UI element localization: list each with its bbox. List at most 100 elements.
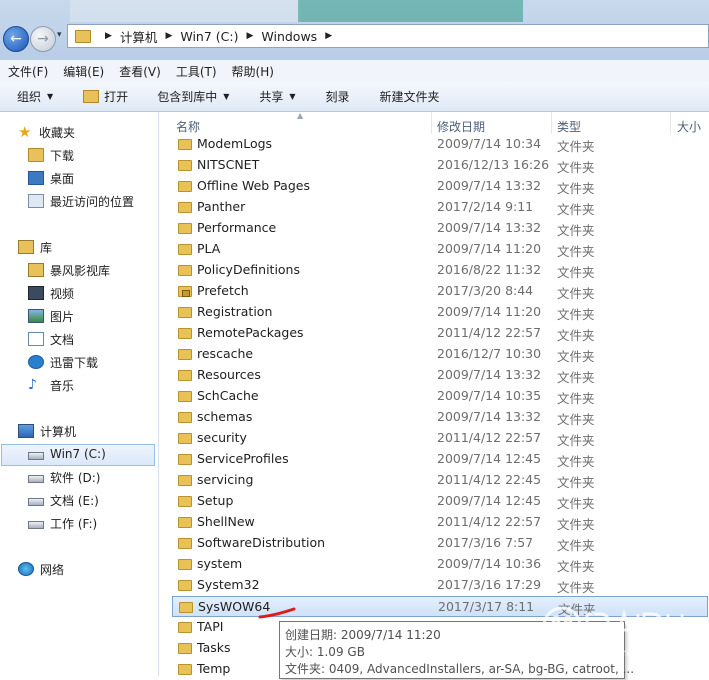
menu-edit[interactable]: 编辑(E): [63, 63, 104, 80]
column-size[interactable]: 大小: [677, 118, 701, 135]
organize-button[interactable]: 组织 ▼: [17, 88, 53, 105]
open-button[interactable]: 打开: [83, 88, 128, 105]
burn-button[interactable]: 刻录: [326, 88, 350, 105]
file-type: 文件夹: [557, 454, 595, 469]
file-row[interactable]: Performance 2009/7/14 13:32 文件夹: [172, 218, 708, 239]
file-modified-date: 2016/12/7 10:30: [437, 346, 542, 361]
file-row[interactable]: ModemLogs 2009/7/14 10:34 文件夹: [172, 134, 708, 155]
nav-computer[interactable]: 计算机: [18, 420, 76, 442]
folder-icon: [179, 602, 193, 613]
folder-icon: [178, 181, 192, 192]
new-folder-button[interactable]: 新建文件夹: [380, 88, 440, 105]
file-row[interactable]: system 2009/7/14 10:36 文件夹: [172, 554, 708, 575]
computer-icon: [18, 424, 34, 438]
nav-videos-label: 视频: [50, 286, 75, 301]
folder-icon: [178, 664, 192, 675]
library-icon: [28, 263, 44, 277]
network-icon: [18, 562, 34, 576]
downloads-folder-icon: [28, 148, 44, 162]
column-divider[interactable]: [551, 112, 552, 134]
menu-file[interactable]: 文件(F): [8, 63, 48, 80]
file-modified-date: 2009/7/14 13:32: [437, 409, 542, 424]
file-row[interactable]: servicing 2011/4/12 22:45 文件夹: [172, 470, 708, 491]
file-type: 文件夹: [557, 559, 595, 574]
folder-icon: [178, 622, 192, 633]
recent-pages-dropdown[interactable]: ▾: [57, 30, 62, 40]
folder-icon: [178, 559, 192, 570]
file-row[interactable]: rescache 2016/12/7 10:30 文件夹: [172, 344, 708, 365]
nav-drive-c[interactable]: Win7 (C:): [28, 443, 106, 465]
nav-storm-video-library[interactable]: 暴风影视库: [28, 259, 110, 281]
column-divider[interactable]: [670, 112, 671, 134]
file-modified-date: 2016/12/13 16:26: [437, 157, 550, 172]
column-modified-date[interactable]: 修改日期: [437, 118, 485, 135]
burn-label: 刻录: [325, 90, 350, 104]
file-row[interactable]: Offline Web Pages 2009/7/14 13:32 文件夹: [172, 176, 708, 197]
file-row[interactable]: Setup 2009/7/14 12:45 文件夹: [172, 491, 708, 512]
nav-favorites[interactable]: ★ 收藏夹: [18, 121, 75, 143]
column-divider[interactable]: [431, 112, 432, 134]
drive-icon: [28, 521, 44, 529]
nav-recent-places[interactable]: 最近访问的位置: [28, 190, 134, 212]
file-row[interactable]: Registration 2009/7/14 11:20 文件夹: [172, 302, 708, 323]
column-type[interactable]: 类型: [557, 118, 581, 135]
file-row[interactable]: SchCache 2009/7/14 10:35 文件夹: [172, 386, 708, 407]
thunder-download-icon: [28, 355, 44, 369]
file-row[interactable]: PolicyDefinitions 2016/8/22 11:32 文件夹: [172, 260, 708, 281]
file-type: 文件夹: [557, 244, 595, 259]
nav-drive-e[interactable]: 文档 (E:): [28, 489, 99, 511]
nav-drive-d[interactable]: 软件 (D:): [28, 466, 100, 488]
nav-storm-video-label: 暴风影视库: [50, 263, 111, 278]
breadcrumb-drive-c[interactable]: Win7 (C:): [180, 29, 238, 44]
nav-thunder-downloads[interactable]: 迅雷下载: [28, 351, 98, 373]
include-library-label: 包含到库中: [157, 90, 218, 104]
address-bar[interactable]: ▶ 计算机 ▶ Win7 (C:) ▶ Windows ▶: [67, 24, 709, 48]
file-name: Registration: [197, 304, 273, 319]
file-row[interactable]: ShellNew 2011/4/12 22:57 文件夹: [172, 512, 708, 533]
folder-icon: [178, 328, 192, 339]
file-row[interactable]: Prefetch 2017/3/20 8:44 文件夹: [172, 281, 708, 302]
nav-drive-f[interactable]: 工作 (F:): [28, 512, 97, 534]
file-name: TAPI: [197, 619, 224, 634]
nav-videos[interactable]: 视频: [28, 282, 74, 304]
file-modified-date: 2011/4/12 22:57: [437, 325, 542, 340]
forward-button[interactable]: →: [30, 26, 56, 52]
menu-help[interactable]: 帮助(H): [232, 63, 274, 80]
nav-network[interactable]: 网络: [18, 558, 64, 580]
nav-pictures[interactable]: 图片: [28, 305, 74, 327]
breadcrumb-separator[interactable]: ▶: [105, 31, 112, 41]
file-row[interactable]: NITSCNET 2016/12/13 16:26 文件夹: [172, 155, 708, 176]
file-row[interactable]: schemas 2009/7/14 13:32 文件夹: [172, 407, 708, 428]
menu-view[interactable]: 查看(V): [119, 63, 161, 80]
file-name: SchCache: [197, 388, 259, 403]
file-row[interactable]: SoftwareDistribution 2017/3/16 7:57 文件夹: [172, 533, 708, 554]
nav-music[interactable]: ♪ 音乐: [28, 374, 74, 396]
nav-documents[interactable]: 文档: [28, 328, 74, 350]
share-button[interactable]: 共享 ▼: [259, 88, 295, 105]
file-modified-date: 2009/7/14 10:36: [437, 556, 542, 571]
breadcrumb-windows[interactable]: Windows: [261, 29, 317, 44]
folder-icon: [178, 391, 192, 402]
nav-libraries[interactable]: 库: [18, 236, 52, 258]
breadcrumb-computer[interactable]: 计算机: [120, 27, 158, 46]
file-name: Tasks: [197, 640, 231, 655]
breadcrumb-separator[interactable]: ▶: [165, 31, 172, 41]
menu-tools[interactable]: 工具(T): [176, 63, 217, 80]
file-type: 文件夹: [557, 286, 595, 301]
file-row[interactable]: RemotePackages 2011/4/12 22:57 文件夹: [172, 323, 708, 344]
file-row[interactable]: Panther 2017/2/14 9:11 文件夹: [172, 197, 708, 218]
nav-desktop[interactable]: 桌面: [28, 167, 74, 189]
folder-icon: [178, 307, 192, 318]
file-row[interactable]: security 2011/4/12 22:57 文件夹: [172, 428, 708, 449]
file-row[interactable]: ServiceProfiles 2009/7/14 12:45 文件夹: [172, 449, 708, 470]
file-type: 文件夹: [557, 307, 595, 322]
column-name[interactable]: 名称: [176, 118, 200, 135]
file-row[interactable]: PLA 2009/7/14 11:20 文件夹: [172, 239, 708, 260]
nav-downloads[interactable]: 下载: [28, 144, 74, 166]
include-in-library-button[interactable]: 包含到库中 ▼: [157, 88, 229, 105]
back-button[interactable]: ←: [3, 26, 29, 52]
breadcrumb-separator[interactable]: ▶: [325, 31, 332, 41]
file-modified-date: 2009/7/14 13:32: [437, 178, 542, 193]
file-row[interactable]: Resources 2009/7/14 13:32 文件夹: [172, 365, 708, 386]
breadcrumb-separator[interactable]: ▶: [246, 31, 253, 41]
